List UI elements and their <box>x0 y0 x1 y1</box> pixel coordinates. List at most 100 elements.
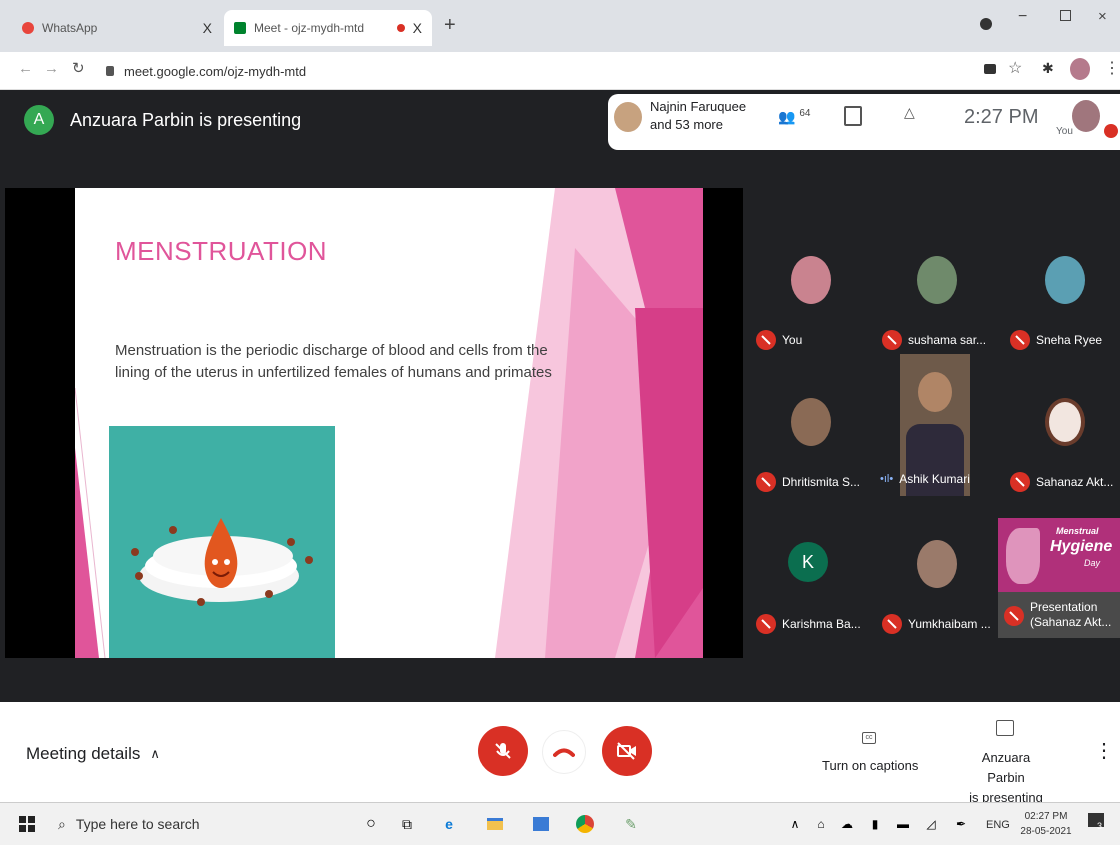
mic-tray-icon[interactable]: ▮ <box>864 813 886 835</box>
mic-off-icon <box>756 614 776 634</box>
browser-menu-icon[interactable]: ⋮ <box>1104 58 1120 78</box>
window-close-icon[interactable]: × <box>1098 8 1107 25</box>
self-mute-icon <box>1104 124 1118 138</box>
participant-avatar <box>1045 256 1085 304</box>
chat-icon[interactable] <box>844 106 862 126</box>
edge-icon[interactable]: e <box>438 813 460 835</box>
mic-off-icon <box>756 472 776 492</box>
new-tab-button[interactable]: + <box>444 14 456 37</box>
participant-tile[interactable]: Sahanaz Akt... <box>1004 382 1120 502</box>
participant-summary[interactable]: Najnin Faruquee and 53 more <box>650 98 746 134</box>
paint-icon[interactable]: ✎ <box>620 813 642 835</box>
camera-toggle-button[interactable] <box>602 726 652 776</box>
captions-button-label[interactable]: Turn on captions <box>822 758 918 773</box>
bookmark-star-icon[interactable]: ☆ <box>1008 58 1022 78</box>
participant-initial-avatar: K <box>788 542 828 582</box>
chrome-icon[interactable] <box>574 813 596 835</box>
participant-tile[interactable]: sushama sar... <box>876 240 998 360</box>
taskbar-clock[interactable]: 02:27 PM 28-05-2021 <box>1016 809 1076 839</box>
participant-tile-active-speaker[interactable]: •ıl• Ashik Kumari <box>876 354 998 496</box>
presentation-area: MENSTRUATION Menstruation is the periodi… <box>5 188 743 658</box>
task-view-icon[interactable]: ⧉ <box>396 813 418 835</box>
participant-name-row: •ıl• Ashik Kumari <box>880 472 970 486</box>
camera-in-use-icon[interactable] <box>984 64 996 74</box>
thumb-line3: Day <box>1084 558 1101 568</box>
back-icon[interactable]: ← <box>18 60 33 77</box>
speaking-indicator-icon: •ıl• <box>880 473 894 485</box>
extensions-icon[interactable]: ✱ <box>1042 60 1054 77</box>
self-label: You <box>1056 126 1073 137</box>
pen-icon[interactable]: ✒ <box>950 813 972 835</box>
participant-name: Dhritismita S... <box>782 475 861 489</box>
mic-off-icon <box>1010 472 1030 492</box>
participant-name: Sahanaz Akt... <box>1036 475 1114 489</box>
participant-name: Karishma Ba... <box>782 617 861 631</box>
profile-avatar[interactable] <box>1070 58 1090 80</box>
participant-summary-more: and 53 more <box>650 117 723 132</box>
present-now-icon[interactable] <box>996 720 1014 736</box>
participant-tile[interactable]: Dhritismita S... <box>750 382 872 502</box>
notification-count: 3 <box>1097 821 1103 831</box>
participant-name-row: sushama sar... <box>882 330 986 350</box>
windows-start-icon[interactable] <box>16 813 38 835</box>
participant-avatar <box>1045 398 1085 446</box>
profile-menu-icon[interactable] <box>980 18 992 30</box>
tab-whatsapp-close-icon[interactable]: X <box>203 20 212 36</box>
notification-center-icon[interactable]: 3 <box>1088 813 1106 831</box>
cortana-icon[interactable]: ○ <box>360 813 382 835</box>
more-options-icon[interactable]: ⋮ <box>1094 738 1114 763</box>
shared-slide: MENSTRUATION Menstruation is the periodi… <box>75 188 703 658</box>
tray-chevron-icon[interactable]: ∧ <box>784 813 806 835</box>
sanitary-pad-illustration <box>131 518 313 606</box>
participant-tile[interactable]: Sneha Ryee <box>1004 240 1120 360</box>
participant-name: Ashik Kumari <box>899 472 970 486</box>
battery-icon[interactable]: ▬ <box>892 813 914 835</box>
people-button[interactable]: 👥 64 <box>778 108 810 126</box>
leave-call-button[interactable] <box>542 730 586 774</box>
meet-top-right-panel: Najnin Faruquee and 53 more 👥 64 △ 2:27 … <box>608 94 1120 150</box>
minimize-icon[interactable]: − <box>1018 8 1027 26</box>
forward-icon[interactable]: → <box>44 60 59 77</box>
slide-body: Menstruation is the periodic discharge o… <box>115 342 552 381</box>
file-explorer-icon[interactable] <box>484 813 506 835</box>
tray-app-icon[interactable]: ⌂ <box>810 813 832 835</box>
taskbar-search-placeholder: Type here to search <box>75 816 200 832</box>
self-avatar <box>1072 100 1100 132</box>
participant-tile[interactable]: K Karishma Ba... <box>750 524 872 644</box>
captions-icon[interactable]: cc <box>862 732 876 744</box>
presenter-banner: A Anzuara Parbin is presenting <box>0 90 600 150</box>
reload-icon[interactable]: ↻ <box>72 59 85 77</box>
tab-meet-close-icon[interactable]: X <box>413 20 422 36</box>
participant-name: Yumkhaibam ... <box>908 617 991 631</box>
lock-icon <box>106 66 114 76</box>
meet-clock: 2:27 PM <box>964 106 1039 128</box>
url-bar[interactable]: meet.google.com/ojz-mydh-mtd <box>106 57 966 85</box>
thumb-line1: Menstrual <box>1056 526 1099 536</box>
tab-meet[interactable]: Meet - ojz-mydh-mtd X <box>224 10 432 46</box>
search-icon: ⌕ <box>58 815 66 832</box>
people-icon: 👥 <box>778 108 796 125</box>
language-indicator[interactable]: ENG <box>986 819 1010 831</box>
mic-off-icon <box>1010 330 1030 350</box>
presenting-status[interactable]: Anzuara Parbin is presenting <box>966 748 1046 808</box>
mic-toggle-button[interactable] <box>478 726 528 776</box>
store-icon[interactable] <box>530 813 552 835</box>
maximize-icon[interactable] <box>1060 10 1071 21</box>
slide-title: MENSTRUATION <box>115 236 328 266</box>
participant-tile[interactable]: You <box>750 240 872 360</box>
participant-avatar <box>917 256 957 304</box>
presentation-tile[interactable]: Menstrual Hygiene Day Presentation (Saha… <box>998 518 1120 638</box>
onedrive-icon[interactable]: ☁ <box>836 813 858 835</box>
meet-stage: A Anzuara Parbin is presenting Najnin Fa… <box>0 90 1120 702</box>
taskbar-search-box[interactable]: ⌕ Type here to search <box>48 809 348 839</box>
presenting-line1: Anzuara Parbin <box>981 750 1031 785</box>
activities-icon[interactable]: △ <box>904 104 915 121</box>
participant-avatar <box>791 398 831 446</box>
participant-tile[interactable]: Yumkhaibam ... <box>876 524 998 644</box>
meeting-details-button[interactable]: Meeting details ∧ <box>26 744 160 764</box>
wifi-icon[interactable]: ◿ <box>920 813 942 835</box>
tab-whatsapp[interactable]: WhatsApp X <box>12 10 222 46</box>
people-count: 64 <box>799 108 811 119</box>
meeting-controls-bar: Meeting details ∧ cc Turn on captions An… <box>0 702 1120 805</box>
recording-dot-icon <box>396 24 405 32</box>
